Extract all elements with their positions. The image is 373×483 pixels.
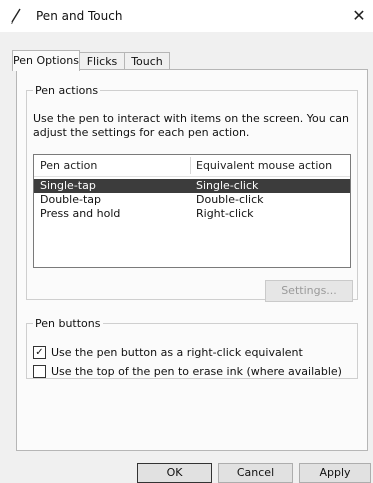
mouse-action-cell: Single-click	[196, 179, 259, 192]
close-icon[interactable]: ✕	[345, 0, 373, 32]
ok-button[interactable]: OK	[137, 463, 212, 483]
list-row-press-and-hold[interactable]: Press and hold Right-click	[34, 207, 350, 221]
tab-label: Pen Options	[13, 54, 79, 67]
tab-pen-options[interactable]: Pen Options	[12, 50, 80, 71]
right-click-checkbox[interactable]: ✓	[33, 346, 46, 359]
window-title: Pen and Touch	[36, 9, 123, 23]
column-divider[interactable]	[190, 157, 191, 174]
right-click-checkbox-label[interactable]: Use the pen button as a right-click equi…	[51, 346, 303, 359]
pen-actions-description: Use the pen to interact with items on th…	[33, 112, 350, 139]
tab-label: Flicks	[86, 55, 118, 68]
list-header: Pen action Equivalent mouse action	[34, 155, 350, 177]
title-bar: Pen and Touch ✕	[0, 0, 373, 32]
list-row-single-tap[interactable]: Single-tap Single-click	[34, 179, 350, 193]
column-header-mouse-action[interactable]: Equivalent mouse action	[196, 159, 332, 172]
pen-action-cell: Double-tap	[40, 193, 101, 206]
pen-buttons-group: Pen buttons ✓ Use the pen button as a ri…	[26, 317, 358, 379]
tab-touch[interactable]: Touch	[124, 52, 170, 70]
pen-action-cell: Single-tap	[40, 179, 96, 192]
pen-and-touch-dialog: Pen and Touch ✕ Pen Options Flicks Touch…	[0, 0, 373, 483]
pen-buttons-group-label: Pen buttons	[35, 317, 101, 330]
erase-ink-checkbox[interactable]	[33, 365, 46, 378]
erase-ink-checkbox-label[interactable]: Use the top of the pen to erase ink (whe…	[51, 365, 342, 378]
pen-actions-group: Pen actions Use the pen to interact with…	[26, 84, 358, 302]
mouse-action-cell: Double-click	[196, 193, 264, 206]
list-row-double-tap[interactable]: Double-tap Double-click	[34, 193, 350, 207]
pen-icon	[8, 7, 24, 25]
mouse-action-cell: Right-click	[196, 207, 254, 220]
pen-options-panel: Pen actions Use the pen to interact with…	[16, 69, 368, 451]
pen-action-cell: Press and hold	[40, 207, 121, 220]
settings-button[interactable]: Settings...	[265, 280, 353, 302]
cancel-button[interactable]: Cancel	[218, 463, 293, 483]
column-header-pen-action[interactable]: Pen action	[40, 159, 97, 172]
pen-actions-list[interactable]: Pen action Equivalent mouse action Singl…	[33, 154, 351, 268]
pen-actions-group-label: Pen actions	[35, 84, 99, 97]
apply-button[interactable]: Apply	[299, 463, 371, 483]
tab-label: Touch	[131, 55, 163, 68]
tab-flicks[interactable]: Flicks	[79, 52, 125, 70]
